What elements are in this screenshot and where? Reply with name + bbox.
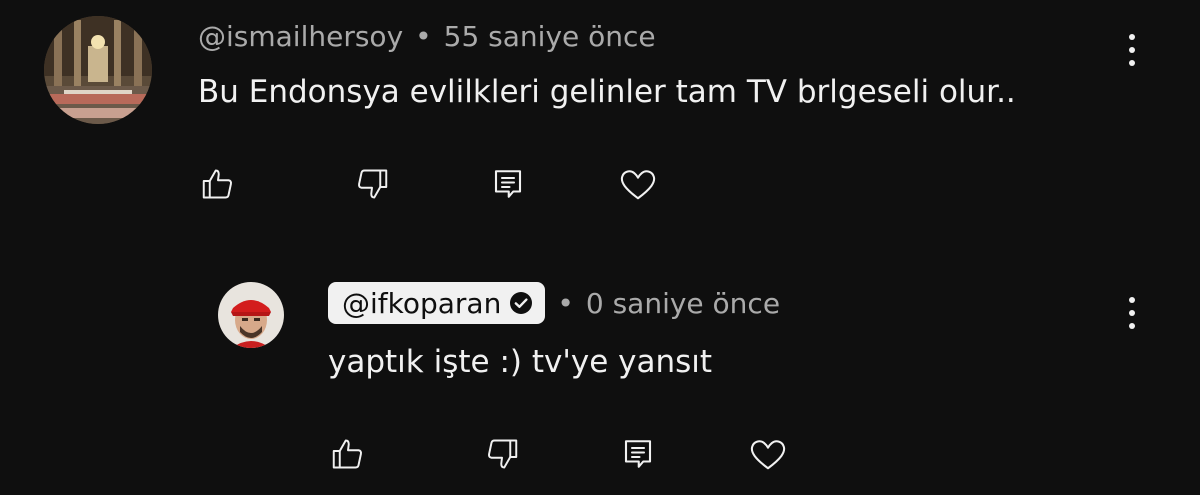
dislike-button[interactable] [482,434,522,474]
author-name: @ifkoparan [342,286,502,320]
like-button[interactable] [328,434,368,474]
comment-meta: @ismailhersoy • 55 saniye önce [198,20,656,53]
reply-button[interactable] [488,164,528,204]
like-button[interactable] [198,164,238,204]
comment-text: yaptık işte :) tv'ye yansıt [328,344,713,380]
separator-dot: • [415,20,432,53]
avatar[interactable] [218,282,284,348]
like-icon [202,169,232,199]
separator-dot: • [557,286,574,320]
author-name[interactable]: @ismailhersoy [198,20,403,53]
more-options-button[interactable] [1120,293,1144,333]
kebab-menu-icon [1129,297,1135,303]
comment-meta: @ifkoparan • 0 saniye önce [328,282,780,324]
timestamp[interactable]: 0 saniye önce [586,287,780,320]
avatar[interactable] [44,16,152,124]
reply-icon [624,440,652,468]
kebab-menu-icon [1129,34,1135,40]
comment-text: Bu Endonsya evlilkleri gelinler tam TV b… [198,74,1016,110]
creator-badge[interactable]: @ifkoparan [328,282,546,324]
more-options-button[interactable] [1120,30,1144,70]
heart-button[interactable] [618,164,658,204]
dislike-icon [358,169,388,199]
reply-icon [494,170,522,198]
heart-button[interactable] [748,434,788,474]
dislike-button[interactable] [352,164,392,204]
timestamp[interactable]: 55 saniye önce [444,20,656,53]
heart-icon [620,170,656,200]
dislike-icon [488,439,518,469]
verified-check-icon [509,291,533,315]
like-icon [332,439,362,469]
heart-icon [750,440,786,470]
reply-button[interactable] [618,434,658,474]
